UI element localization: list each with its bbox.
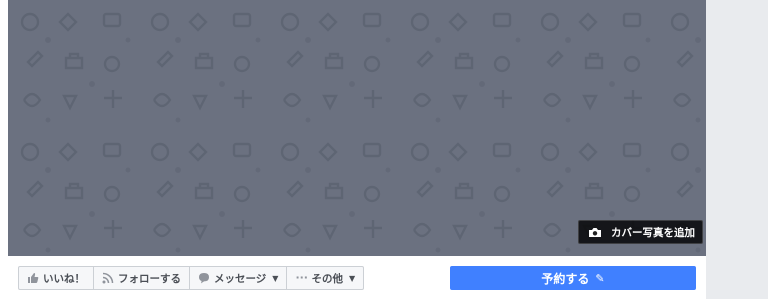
follow-button[interactable]: フォローする (93, 266, 190, 290)
more-button[interactable]: ··· その他 ▼ (286, 266, 365, 290)
message-button[interactable]: メッセージ ▼ (189, 266, 288, 290)
add-cover-photo-label: カバー写真を追加 (611, 226, 695, 239)
like-label: いいね！ (43, 272, 85, 285)
cover-pattern (8, 0, 706, 256)
reserve-button[interactable]: 予約する ✎ (450, 266, 696, 290)
caret-down-icon: ▼ (272, 273, 279, 283)
more-label: その他 (311, 272, 343, 285)
ellipsis-icon: ··· (295, 271, 308, 284)
page-left-edge (0, 0, 8, 299)
message-label: メッセージ (214, 272, 267, 285)
rss-icon (102, 272, 114, 284)
thumbs-up-icon (27, 272, 39, 284)
reserve-label: 予約する (541, 271, 590, 286)
like-button[interactable]: いいね！ (18, 266, 94, 290)
add-cover-photo-button[interactable]: カバー写真を追加 (578, 220, 703, 244)
speech-bubble-icon (198, 272, 210, 284)
cover-photo-area: カバー写真を追加 (8, 0, 706, 256)
follow-label: フォローする (118, 272, 181, 285)
pencil-icon: ✎ (595, 271, 605, 285)
camera-icon (588, 227, 602, 238)
page-action-bar: いいね！ フォローする メッセージ ▼ ··· その他 ▼ 予約する ✎ (8, 256, 706, 299)
action-button-group: いいね！ フォローする メッセージ ▼ ··· その他 ▼ (18, 266, 365, 290)
caret-down-icon: ▼ (348, 273, 356, 283)
